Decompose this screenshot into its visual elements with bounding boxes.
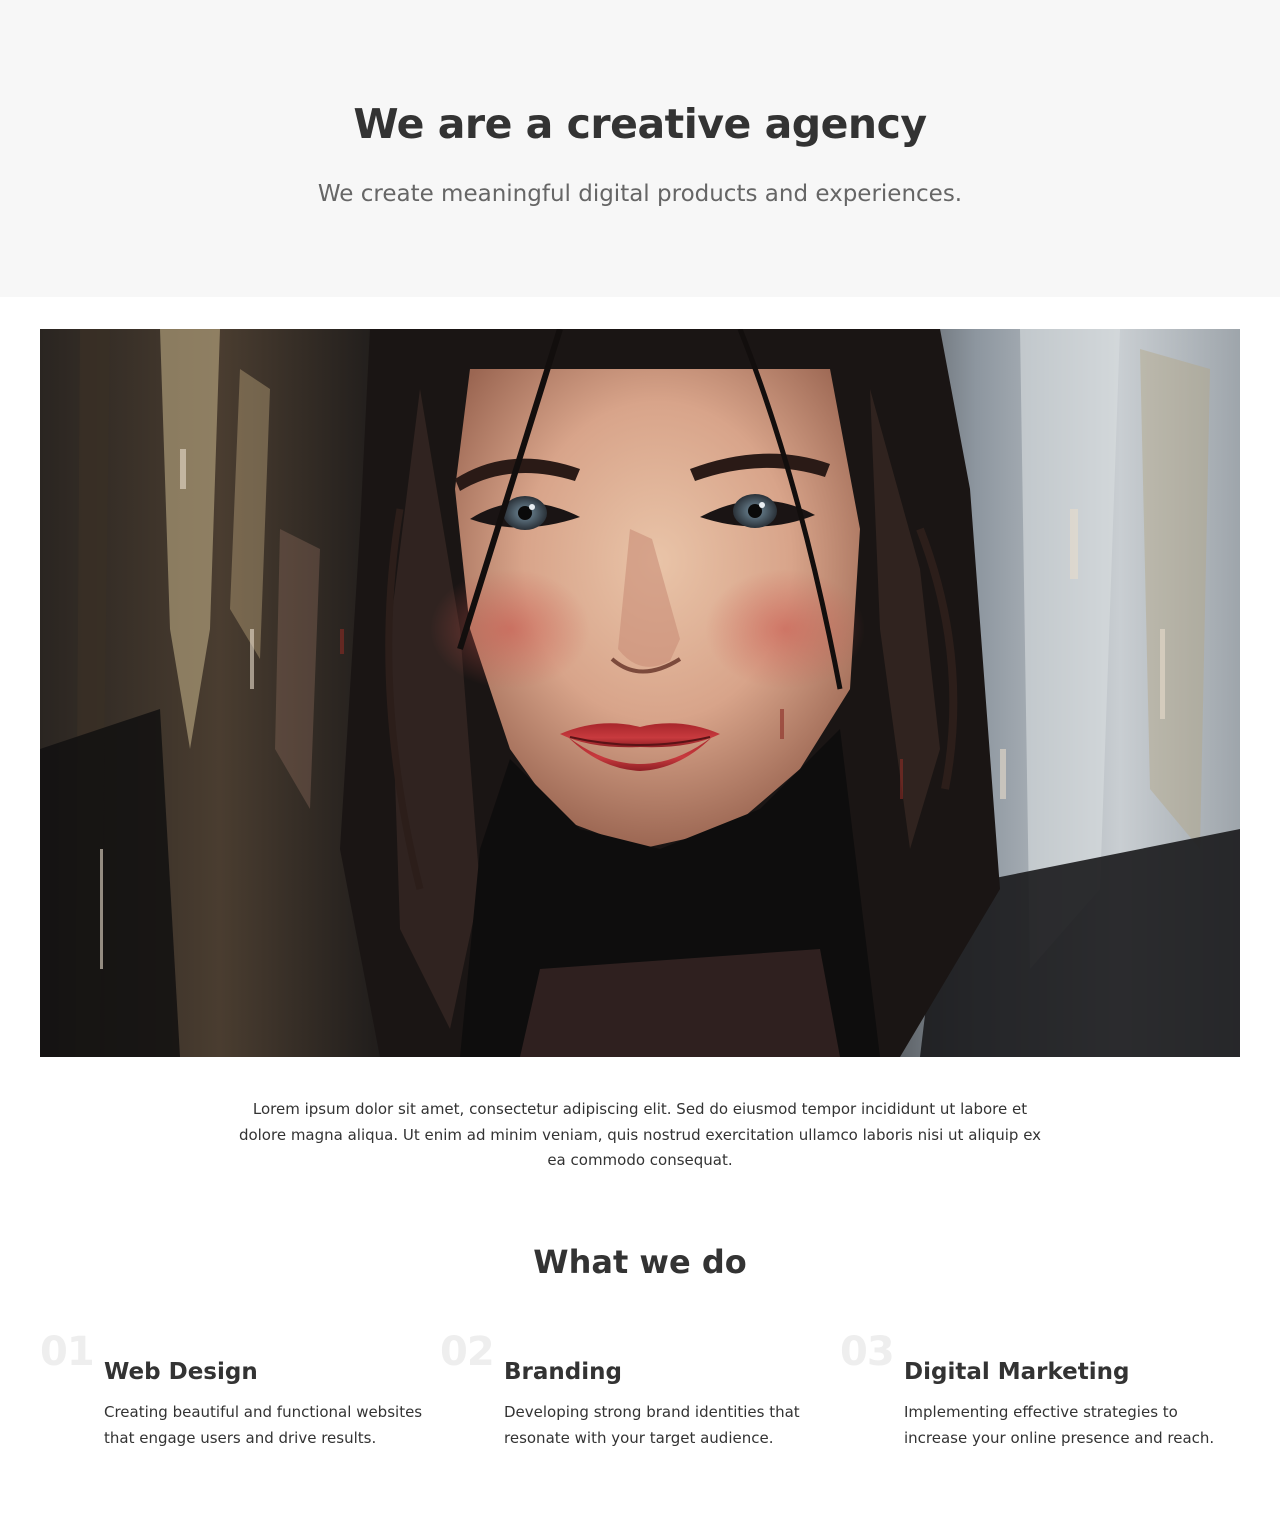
hero-section: We are a creative agency We create meani… bbox=[0, 0, 1280, 297]
service-number: 01 bbox=[40, 1329, 95, 1375]
service-card-digital-marketing: 03 Digital Marketing Implementing effect… bbox=[840, 1328, 1240, 1468]
services-heading: What we do bbox=[533, 1243, 747, 1281]
service-title: Digital Marketing bbox=[904, 1359, 1130, 1385]
service-title: Web Design bbox=[104, 1359, 258, 1385]
service-card-web-design: 01 Web Design Creating beautiful and fun… bbox=[40, 1328, 440, 1468]
service-description: Creating beautiful and functional websit… bbox=[104, 1403, 423, 1447]
intro-paragraph: Lorem ipsum dolor sit amet, consectetur … bbox=[238, 1100, 1042, 1169]
service-description: Developing strong brand identities that … bbox=[504, 1403, 800, 1447]
service-number: 02 bbox=[440, 1329, 495, 1375]
service-card-branding: 02 Branding Developing strong brand iden… bbox=[440, 1328, 840, 1468]
service-title: Branding bbox=[504, 1359, 622, 1385]
hero-title: We are a creative agency bbox=[353, 100, 927, 148]
service-description: Implementing effective strategies to inc… bbox=[904, 1403, 1215, 1447]
hero-subtitle: We create meaningful digital products an… bbox=[317, 181, 963, 207]
service-number: 03 bbox=[840, 1329, 895, 1375]
hero-painting-image bbox=[40, 329, 1240, 1057]
